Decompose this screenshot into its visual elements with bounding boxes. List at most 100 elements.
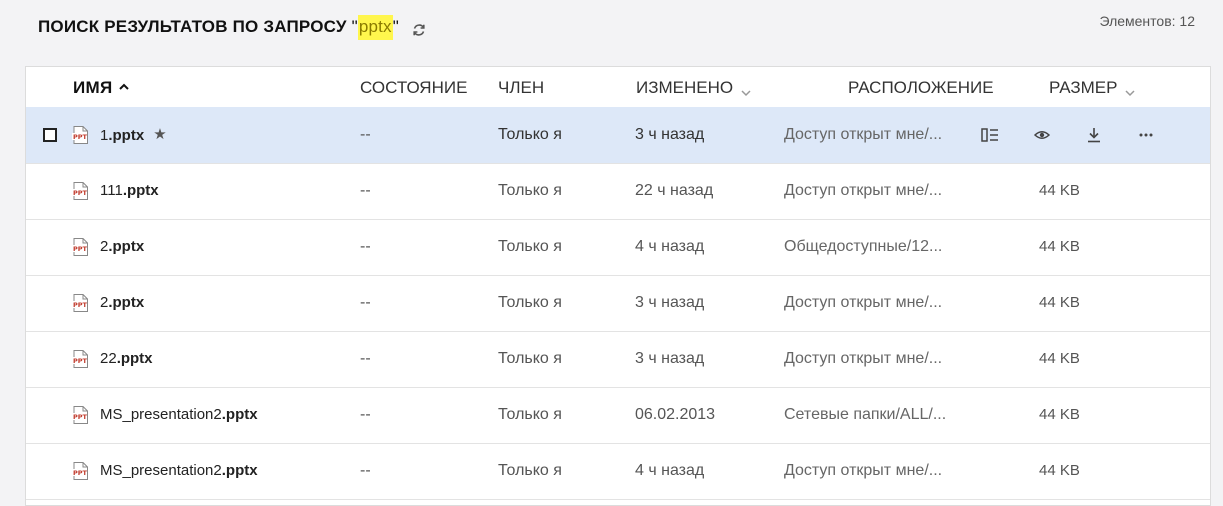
file-extension: .pptx [122, 182, 159, 199]
results-table: ИМЯ СОСТОЯНИЕ ЧЛЕН ИЗМЕНЕНО РАСПОЛОЖЕНИЕ… [25, 66, 1211, 506]
svg-text:PPT: PPT [73, 245, 88, 253]
table-row[interactable]: PPT MS_presentation2.pptx -- Только я 4 … [26, 443, 1210, 500]
column-header-modified[interactable]: ИЗМЕНЕНО [636, 78, 751, 98]
size-cell: 44 KB [1039, 294, 1080, 311]
member-cell: Только я [498, 462, 562, 479]
svg-text:PPT: PPT [73, 133, 88, 141]
ppt-file-icon: PPT [72, 294, 89, 312]
column-label-size: РАЗМЕР [1049, 78, 1118, 97]
more-icon[interactable] [1137, 127, 1155, 143]
ppt-file-icon: PPT [72, 182, 89, 200]
size-cell: 44 KB [1039, 462, 1080, 479]
column-header-location[interactable]: РАСПОЛОЖЕНИЕ [848, 78, 994, 98]
location-cell: Сетевые папки/ALL/... [784, 406, 947, 423]
column-label-location: РАСПОЛОЖЕНИЕ [848, 78, 994, 97]
column-header-name[interactable]: ИМЯ [73, 78, 129, 98]
search-results-header: ПОИСК РЕЗУЛЬТАТОВ ПО ЗАПРОСУ "pptx" [38, 14, 427, 40]
svg-text:PPT: PPT [73, 469, 88, 477]
modified-cell: 4 ч назад [635, 238, 705, 255]
modified-cell: 3 ч назад [635, 350, 705, 367]
size-cell: 44 KB [1039, 182, 1080, 199]
member-cell: Только я [498, 182, 562, 199]
table-row[interactable]: PPT 22.pptx -- Только я 3 ч назад Доступ… [26, 331, 1210, 388]
column-label-member: ЧЛЕН [498, 78, 545, 97]
file-extension: .pptx [108, 294, 145, 311]
column-label-status: СОСТОЯНИЕ [360, 78, 468, 97]
location-cell: Доступ открыт мне/... [784, 182, 943, 199]
svg-text:PPT: PPT [73, 301, 88, 309]
location-cell: Доступ открыт мне/... [784, 126, 943, 143]
ppt-file-icon: PPT [72, 406, 89, 424]
file-name[interactable]: 2.pptx [100, 294, 144, 311]
file-name[interactable]: 2.pptx [100, 238, 144, 255]
ppt-file-icon: PPT [72, 462, 89, 480]
member-cell: Только я [498, 294, 562, 311]
svg-text:PPT: PPT [73, 357, 88, 365]
download-icon[interactable] [1085, 127, 1103, 143]
item-count: Элементов: 12 [1099, 13, 1195, 29]
size-cell: 44 KB [1039, 238, 1080, 255]
modified-cell: 3 ч назад [635, 294, 705, 311]
quote-close: " [392, 17, 400, 36]
location-cell: Доступ открыт мне/... [784, 294, 943, 311]
ppt-file-icon: PPT [72, 126, 89, 144]
sort-ascending-icon [118, 82, 129, 94]
file-basename: MS_presentation2 [100, 406, 222, 423]
chevron-down-icon [1125, 83, 1135, 97]
row-checkbox[interactable] [43, 128, 57, 142]
table-row[interactable]: PPT 2.pptx -- Только я 3 ч назад Доступ … [26, 275, 1210, 332]
column-label-modified: ИЗМЕНЕНО [636, 78, 734, 97]
file-extension: .pptx [108, 127, 145, 144]
modified-cell: 4 ч назад [635, 462, 705, 479]
modified-cell: 22 ч назад [635, 182, 714, 199]
status-cell: -- [360, 406, 371, 423]
file-extension: .pptx [116, 350, 153, 367]
status-cell: -- [360, 462, 371, 479]
quote-open: " [351, 17, 358, 36]
ppt-file-icon: PPT [72, 238, 89, 256]
search-query-highlight: pptx [357, 15, 393, 40]
chevron-down-icon [741, 83, 751, 97]
file-name[interactable]: 111.pptx [100, 182, 159, 199]
table-row[interactable]: PPT MS_presentation2.pptx -- Только я 06… [26, 387, 1210, 444]
table-row[interactable]: PPT 111.pptx -- Только я 22 ч назад Дост… [26, 163, 1210, 220]
status-cell: -- [360, 238, 371, 255]
file-name[interactable]: MS_presentation2.pptx [100, 406, 258, 423]
refresh-icon[interactable] [411, 22, 427, 38]
status-cell: -- [360, 126, 371, 143]
modified-cell: 3 ч назад [635, 126, 705, 143]
svg-text:PPT: PPT [73, 413, 88, 421]
table-row[interactable]: PPT 2.pptx -- Только я 4 ч назад Общедос… [26, 219, 1210, 276]
file-name[interactable]: MS_presentation2.pptx [100, 462, 258, 479]
page-title: ПОИСК РЕЗУЛЬТАТОВ ПО ЗАПРОСУ "pptx" [38, 15, 400, 40]
file-extension: .pptx [221, 406, 258, 423]
member-cell: Только я [498, 126, 562, 143]
table-row[interactable]: PPT 1.pptx ★ -- Только я 3 ч назад Доступ… [26, 107, 1210, 164]
column-label-name: ИМЯ [73, 78, 113, 97]
details-icon[interactable] [981, 127, 999, 143]
file-extension: .pptx [108, 238, 145, 255]
member-cell: Только я [498, 350, 562, 367]
file-name[interactable]: 1.pptx ★ [100, 126, 167, 144]
member-cell: Только я [498, 406, 562, 423]
size-cell: 44 KB [1039, 406, 1080, 423]
column-header-member[interactable]: ЧЛЕН [498, 78, 544, 98]
location-cell: Доступ открыт мне/... [784, 462, 943, 479]
modified-cell: 06.02.2013 [635, 406, 716, 423]
location-cell: Доступ открыт мне/... [784, 350, 943, 367]
location-cell: Общедоступные/12... [784, 238, 943, 255]
size-cell: 44 KB [1039, 350, 1080, 367]
star-icon[interactable]: ★ [153, 125, 166, 143]
column-header-size[interactable]: РАЗМЕР [1049, 78, 1135, 98]
file-extension: .pptx [221, 462, 258, 479]
status-cell: -- [360, 182, 371, 199]
file-name[interactable]: 22.pptx [100, 350, 153, 367]
svg-text:PPT: PPT [73, 189, 88, 197]
title-prefix: ПОИСК РЕЗУЛЬТАТОВ ПО ЗАПРОСУ [38, 17, 352, 36]
file-basename: 22 [100, 350, 117, 367]
file-basename: 111 [100, 182, 123, 199]
member-cell: Только я [498, 238, 562, 255]
eye-icon[interactable] [1033, 127, 1051, 143]
column-header-status[interactable]: СОСТОЯНИЕ [360, 78, 467, 98]
file-basename: MS_presentation2 [100, 462, 222, 479]
